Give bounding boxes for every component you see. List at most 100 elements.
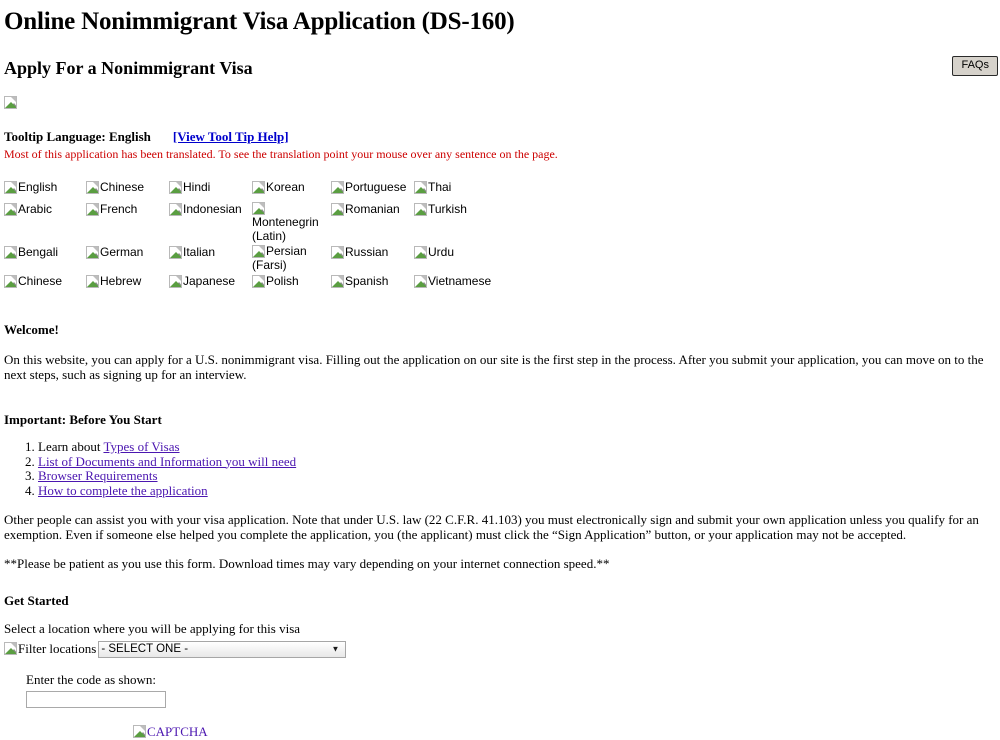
language-option[interactable]: German	[86, 246, 143, 260]
welcome-paragraph: On this website, you can apply for a U.S…	[4, 352, 984, 382]
list-item: How to complete the application	[38, 483, 996, 499]
broken-image-icon	[414, 275, 427, 288]
language-option[interactable]: Chinese	[4, 275, 62, 289]
language-option[interactable]: Italian	[169, 246, 215, 260]
language-label: Japanese	[183, 274, 236, 288]
broken-image-icon	[169, 275, 182, 288]
view-tooltip-help-link[interactable]: [View Tool Tip Help]	[173, 129, 289, 144]
logo-image-placeholder	[4, 95, 996, 111]
broken-image-icon	[4, 96, 17, 109]
broken-image-icon	[86, 246, 99, 259]
language-option[interactable]: Korean	[252, 181, 305, 195]
language-label: Urdu	[428, 245, 455, 259]
language-label: Portuguese	[345, 180, 407, 194]
language-label: Indonesian	[183, 202, 242, 216]
language-option[interactable]: Chinese	[86, 181, 144, 195]
language-label: Russian	[345, 245, 389, 259]
select-location-prompt: Select a location where you will be appl…	[4, 621, 301, 636]
broken-image-icon	[414, 246, 427, 259]
language-option[interactable]: Hindi	[169, 181, 210, 195]
page-title: Online Nonimmigrant Visa Application (DS…	[4, 8, 515, 35]
captcha-image-row: CAPTCHA	[4, 724, 996, 740]
language-option[interactable]: Indonesian	[169, 203, 242, 217]
broken-image-icon	[4, 246, 17, 259]
filter-locations-label[interactable]: Filter locations	[18, 641, 96, 657]
language-label: Vietnamese	[428, 274, 492, 288]
broken-image-icon	[169, 181, 182, 194]
assistance-paragraph: Other people can assist you with your vi…	[4, 512, 979, 542]
welcome-heading: Welcome!	[4, 322, 59, 337]
important-heading: Important: Before You Start	[4, 412, 162, 427]
page-root: Online Nonimmigrant Visa Application (DS…	[0, 8, 1000, 740]
language-label: Hindi	[183, 180, 211, 194]
translation-notice: Most of this application has been transl…	[4, 147, 558, 161]
broken-image-icon	[169, 203, 182, 216]
language-row: Chinese Hebrew Japanese Polish Spanish V…	[4, 274, 504, 296]
language-option[interactable]: Thai	[414, 181, 451, 195]
language-label: Korean	[266, 180, 305, 194]
language-label: Thai	[428, 180, 452, 194]
language-option[interactable]: Persian (Farsi)	[252, 245, 331, 273]
section-title: Apply For a Nonimmigrant Visa	[4, 58, 253, 78]
language-label: Hebrew	[100, 274, 142, 288]
captcha-image-alt[interactable]: CAPTCHA	[147, 724, 208, 739]
language-label: Montenegrin (Latin)	[252, 215, 319, 243]
types-of-visas-link[interactable]: Types of Visas	[103, 439, 179, 454]
language-label: Polish	[266, 274, 299, 288]
faqs-button[interactable]: FAQs	[952, 56, 998, 76]
language-row: Arabic French Indonesian Montenegrin (La…	[4, 202, 504, 245]
broken-image-icon	[4, 275, 17, 288]
language-option[interactable]: Russian	[331, 246, 388, 260]
language-label: English	[18, 180, 58, 194]
browser-requirements-link[interactable]: Browser Requirements	[38, 468, 158, 483]
broken-image-icon	[86, 275, 99, 288]
language-label: Arabic	[18, 202, 53, 216]
language-option[interactable]: Japanese	[169, 275, 235, 289]
captcha-code-input[interactable]	[26, 690, 166, 708]
broken-image-icon	[252, 181, 265, 194]
broken-image-icon	[169, 246, 182, 259]
language-row: English Chinese Hindi Korean Portuguese …	[4, 180, 504, 202]
language-option[interactable]: Vietnamese	[414, 275, 491, 289]
language-label: Italian	[183, 245, 216, 259]
patience-paragraph: **Please be patient as you use this form…	[4, 556, 610, 571]
broken-image-icon	[133, 724, 146, 738]
broken-image-icon	[331, 275, 344, 288]
language-option[interactable]: Spanish	[331, 275, 388, 289]
location-select[interactable]: - SELECT ONE -	[98, 640, 347, 658]
language-label: Romanian	[345, 202, 400, 216]
before-you-start-list: Learn about Types of Visas List of Docum…	[4, 439, 996, 499]
language-option[interactable]: Hebrew	[86, 275, 141, 289]
language-grid: English Chinese Hindi Korean Portuguese …	[4, 180, 504, 296]
tooltip-language-row: Tooltip Language: English [View Tool Tip …	[4, 129, 996, 145]
language-option[interactable]: French	[86, 203, 137, 217]
list-item: Learn about Types of Visas	[38, 439, 996, 455]
broken-image-icon	[331, 203, 344, 216]
language-option[interactable]: Polish	[252, 275, 299, 289]
broken-image-icon	[4, 203, 17, 216]
language-option[interactable]: Romanian	[331, 203, 400, 217]
broken-image-icon	[4, 642, 17, 656]
location-select-row: Filter locations - SELECT ONE - ▼	[4, 640, 996, 658]
location-select-wrapper: - SELECT ONE - ▼	[96, 640, 347, 658]
broken-image-icon	[86, 203, 99, 216]
learn-about-text: Learn about	[38, 439, 104, 454]
language-option[interactable]: Arabic	[4, 203, 52, 217]
documents-list-link[interactable]: List of Documents and Information you wi…	[38, 454, 296, 469]
language-option[interactable]: Portuguese	[331, 181, 406, 195]
language-option[interactable]: Urdu	[414, 246, 454, 260]
language-option[interactable]: Bengali	[4, 246, 58, 260]
get-started-heading: Get Started	[4, 593, 69, 608]
how-to-complete-link[interactable]: How to complete the application	[38, 483, 208, 498]
language-option[interactable]: Turkish	[414, 203, 467, 217]
broken-image-icon	[331, 246, 344, 259]
language-label: German	[100, 245, 144, 259]
broken-image-icon	[414, 203, 427, 216]
language-option[interactable]: Montenegrin (Latin)	[252, 202, 331, 244]
language-row: Bengali German Italian Persian (Farsi) R…	[4, 245, 504, 274]
language-option[interactable]: English	[4, 181, 57, 195]
broken-image-icon	[4, 181, 17, 194]
captcha-block: Enter the code as shown:	[4, 672, 996, 708]
broken-image-icon	[86, 181, 99, 194]
list-item: Browser Requirements	[38, 468, 996, 484]
